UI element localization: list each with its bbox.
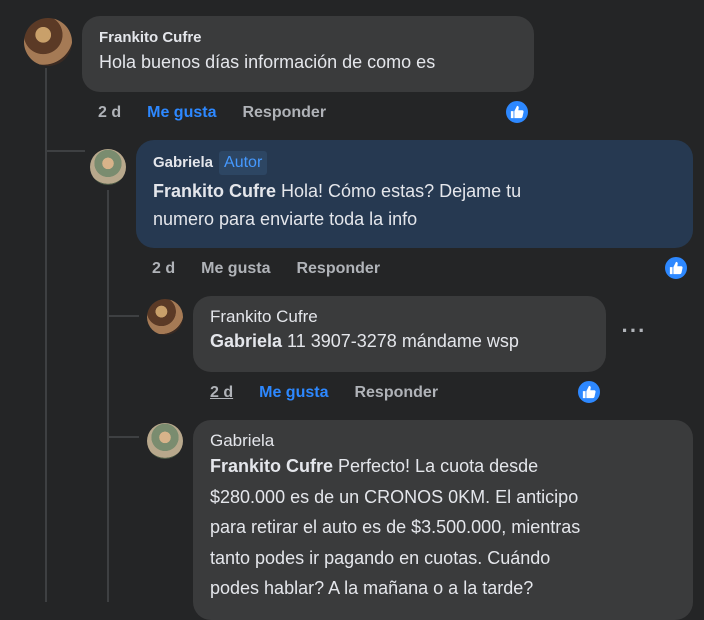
comment-author[interactable]: Gabriela <box>210 431 676 451</box>
more-options-button[interactable]: ··· <box>617 318 651 352</box>
thread-line-main <box>45 68 47 602</box>
thread-connector-reply-3 <box>107 436 139 438</box>
avatar[interactable] <box>90 149 126 185</box>
comment-author[interactable]: Frankito Cufre <box>210 307 589 327</box>
reply-button[interactable]: Responder <box>242 104 326 122</box>
like-button[interactable]: Me gusta <box>147 104 216 122</box>
comment-time[interactable]: 2 d <box>210 384 233 402</box>
comment-text-line: numero para enviarte toda la info <box>153 209 418 229</box>
comment-time[interactable]: 2 d <box>98 104 121 122</box>
mention-link[interactable]: Gabriela <box>210 331 282 351</box>
author-badge: Autor <box>219 151 268 175</box>
comment-text: Hola buenos días información de como es <box>99 52 436 72</box>
thread-connector-reply-1 <box>45 150 85 152</box>
comment-text-line: $280.000 es de un CRONOS 0KM. El anticip… <box>210 486 579 507</box>
avatar[interactable] <box>147 299 183 335</box>
comment-text-line: Perfecto! La cuota desde <box>333 456 539 476</box>
reply-button[interactable]: Responder <box>354 384 438 402</box>
comment-bubble: Gabriela Frankito Cufre Perfecto! La cuo… <box>193 420 693 620</box>
thread-connector-reply-2 <box>107 315 139 317</box>
like-reaction-icon[interactable] <box>576 379 602 405</box>
comment-bubble: Frankito Cufre Gabriela 11 3907-3278 mán… <box>193 296 606 372</box>
comment-text-line: Hola! Cómo estas? Dejame tu <box>276 181 522 201</box>
comment-text-line: para retirar el auto es de $3.500.000, m… <box>210 517 581 537</box>
avatar[interactable] <box>24 18 72 66</box>
comment-text: Frankito Cufre Hola! Cómo estas? Dejame … <box>153 177 676 233</box>
comment-bubble: Frankito Cufre Hola buenos días informac… <box>82 16 534 92</box>
comment-author[interactable]: Gabriela <box>153 154 213 171</box>
like-reaction-icon[interactable] <box>504 99 530 125</box>
like-reaction-icon[interactable] <box>663 255 689 281</box>
like-button[interactable]: Me gusta <box>259 384 328 402</box>
mention-link[interactable]: Frankito Cufre <box>153 181 276 201</box>
comment-text-line: podes hablar? A la mañana o a la tarde? <box>210 578 534 598</box>
comment-actions: 2 d Me gusta Responder <box>98 104 326 122</box>
comment-author[interactable]: Frankito Cufre <box>99 28 517 48</box>
reply-button[interactable]: Responder <box>296 260 380 278</box>
thread-line-nested <box>107 190 109 602</box>
comment-bubble: Gabriela Autor Frankito Cufre Hola! Cómo … <box>136 140 693 248</box>
comment-actions: 2 d Me gusta Responder <box>152 260 380 278</box>
comment-text: Frankito Cufre Perfecto! La cuota desde … <box>210 451 676 604</box>
comment-time[interactable]: 2 d <box>152 260 175 278</box>
avatar[interactable] <box>147 423 183 459</box>
comment-actions: 2 d Me gusta Responder <box>210 384 438 402</box>
comment-text-line: 11 3907-3278 mándame wsp <box>282 331 519 351</box>
comment-text: Gabriela 11 3907-3278 mándame wsp <box>210 327 589 355</box>
like-button[interactable]: Me gusta <box>201 260 270 278</box>
comment-author-row: Gabriela Autor <box>153 151 676 175</box>
comment-text-line: tanto podes ir pagando en cuotas. Cuándo <box>210 547 551 568</box>
mention-link[interactable]: Frankito Cufre <box>210 456 333 476</box>
